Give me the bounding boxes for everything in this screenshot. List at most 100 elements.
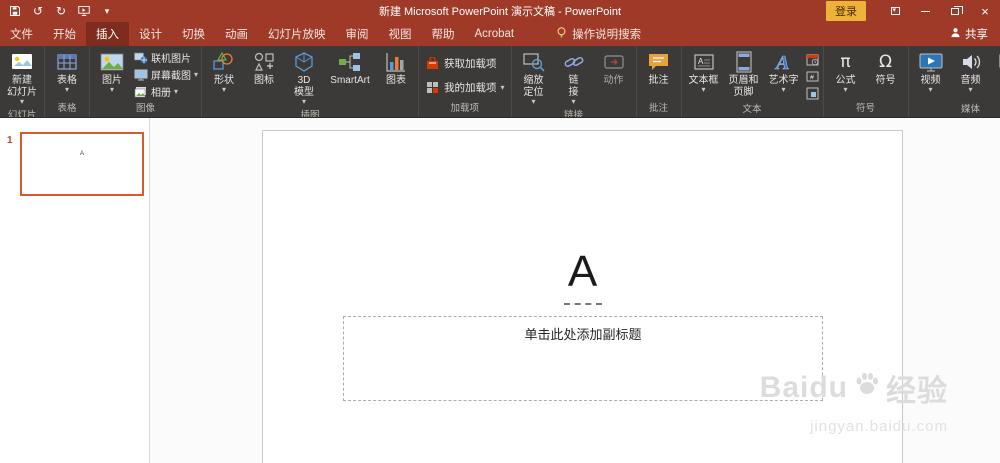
start-slideshow-icon[interactable] xyxy=(77,4,91,18)
ribbon-group-links: 缩放 定位 ▾ 链 接 ▾ 动作 链接 xyxy=(512,46,637,117)
shapes-icon xyxy=(212,50,237,74)
slide-title-text[interactable]: A xyxy=(263,248,902,295)
tell-me-search[interactable]: 操作说明搜索 xyxy=(556,22,641,46)
chevron-down-icon: ▾ xyxy=(109,84,114,94)
new-slide-button[interactable]: 新建 幻灯片 ▾ xyxy=(3,49,41,106)
action-button[interactable]: 动作 xyxy=(595,49,633,88)
close-icon[interactable]: × xyxy=(970,0,1000,22)
slide-number: 1 xyxy=(7,135,13,146)
object-icon[interactable] xyxy=(805,86,820,100)
wordart-icon: A xyxy=(771,50,796,74)
comment-icon xyxy=(646,50,671,74)
store-icon xyxy=(425,57,440,71)
photo-album-button[interactable]: 相册 ▾ xyxy=(133,84,198,99)
sign-in-button[interactable]: 登录 xyxy=(826,1,866,21)
group-label-tables: 表格 xyxy=(57,103,77,114)
tab-home[interactable]: 开始 xyxy=(43,22,86,46)
tab-review[interactable]: 审阅 xyxy=(336,22,379,46)
icons-button[interactable]: 图标 xyxy=(245,49,283,88)
group-label-text: 文本 xyxy=(742,104,762,115)
titlebar-controls: 登录 × xyxy=(826,0,1000,22)
link-button[interactable]: 链 接 ▾ xyxy=(555,49,593,106)
group-label-slides: 幻灯片 xyxy=(7,109,37,118)
zoom-button[interactable]: 缩放 定位 ▾ xyxy=(515,49,553,106)
share-button[interactable]: 共享 xyxy=(950,22,1000,46)
slide-number-icon[interactable]: # xyxy=(805,69,820,83)
my-addins-button[interactable]: 我的加载项 ▾ xyxy=(422,78,508,97)
comment-button[interactable]: 批注 xyxy=(640,49,678,88)
chevron-down-icon: ▾ xyxy=(194,69,199,79)
tab-design[interactable]: 设计 xyxy=(129,22,172,46)
tab-insert[interactable]: 插入 xyxy=(86,22,129,46)
ribbon-display-options-icon[interactable] xyxy=(880,0,910,22)
tell-me-label: 操作说明搜索 xyxy=(572,29,642,41)
text-box-icon: A xyxy=(691,50,716,74)
symbol-button[interactable]: Ω 符号 xyxy=(867,49,905,88)
screenshot-button[interactable]: 屏幕截图 ▾ xyxy=(133,67,198,82)
subtitle-placeholder-text: 单击此处添加副标题 xyxy=(524,327,642,342)
paw-logo-icon xyxy=(854,371,880,405)
chevron-down-icon: ▾ xyxy=(19,96,24,106)
svg-text:A: A xyxy=(698,57,704,66)
video-button[interactable]: 视频 ▾ xyxy=(912,49,950,94)
slide-canvas: A 单击此处添加副标题 Baidu 经验 jingyan.baidu.com xyxy=(150,118,1000,463)
share-label: 共享 xyxy=(965,29,988,41)
group-label-media: 媒体 xyxy=(961,103,981,115)
watermark: Baidu 经验 jingyan.baidu.com xyxy=(760,366,948,435)
redo-icon[interactable]: ↻ xyxy=(54,4,68,18)
ribbon-group-images: 图片 ▾ 联机图片 屏幕截图 ▾ 相册 ▾ 图像 xyxy=(90,46,203,117)
equation-button[interactable]: π 公式 ▾ xyxy=(827,49,865,94)
tab-file[interactable]: 文件 xyxy=(0,22,43,46)
chart-button[interactable]: 图表 xyxy=(377,49,415,88)
3d-models-button[interactable]: 3D 模型 ▾ xyxy=(285,49,323,106)
audio-icon xyxy=(958,50,983,74)
chevron-down-icon: ▾ xyxy=(701,84,706,94)
powerpoint-window: ↺ ↻ ▾ 新建 Microsoft PowerPoint 演示文稿 - Pow… xyxy=(0,0,1000,463)
undo-icon[interactable]: ↺ xyxy=(31,4,45,18)
table-button[interactable]: 表格 ▾ xyxy=(48,49,86,94)
tab-view[interactable]: 视图 xyxy=(379,22,422,46)
get-addins-button[interactable]: 获取加载项 xyxy=(422,54,508,73)
ribbon-group-text: A 文本框 ▾ 页眉和 页脚 A 艺术字 ▾ # 文本 xyxy=(682,46,824,117)
shapes-button[interactable]: 形状 ▾ xyxy=(205,49,243,94)
watermark-url: jingyan.baidu.com xyxy=(810,418,948,435)
pi-icon: π xyxy=(840,51,851,72)
title-placeholder-border xyxy=(563,303,602,305)
minimize-icon[interactable] xyxy=(910,0,940,22)
tab-acrobat[interactable]: Acrobat xyxy=(465,22,525,46)
ribbon-group-slides: 新建 幻灯片 ▾ 幻灯片 xyxy=(0,46,45,117)
audio-button[interactable]: 音频 ▾ xyxy=(952,49,990,94)
save-icon[interactable] xyxy=(8,4,22,18)
3d-model-icon xyxy=(292,50,317,74)
slide-thumbnail-panel[interactable]: 1 A xyxy=(0,118,150,463)
tab-slideshow[interactable]: 幻灯片放映 xyxy=(258,22,336,46)
slide-thumbnail-1[interactable]: A xyxy=(20,132,144,196)
chevron-down-icon: ▾ xyxy=(222,84,227,94)
chart-icon xyxy=(384,50,409,74)
restore-icon[interactable] xyxy=(940,0,970,22)
date-and-time-icon[interactable] xyxy=(805,52,820,66)
workspace: 1 A A 单击此处添加副标题 Baidu 经验 jingyan.baidu.c… xyxy=(0,118,1000,463)
subtitle-placeholder[interactable]: 单击此处添加副标题 xyxy=(343,316,823,401)
smartart-button[interactable]: SmartArt xyxy=(325,49,375,88)
text-box-button[interactable]: A 文本框 ▾ xyxy=(685,49,723,94)
omega-icon: Ω xyxy=(879,51,893,72)
watermark-brand-left: Baidu xyxy=(759,371,848,404)
customize-qat-icon[interactable]: ▾ xyxy=(100,4,114,18)
ribbon: 新建 幻灯片 ▾ 幻灯片 表格 ▾ 表格 图片 ▾ 联机图片 屏幕截图 ▾ 相册… xyxy=(0,46,1000,118)
group-label-links: 链接 xyxy=(564,109,584,118)
online-pictures-button[interactable]: 联机图片 xyxy=(133,50,198,65)
photo-album-icon xyxy=(133,85,148,99)
chevron-down-icon: ▾ xyxy=(174,86,179,96)
pictures-button[interactable]: 图片 ▾ xyxy=(93,49,131,94)
tab-animations[interactable]: 动画 xyxy=(215,22,258,46)
ribbon-group-illustrations: 形状 ▾ 图标 3D 模型 ▾ SmartArt 图表 插图 xyxy=(202,46,420,117)
screen-recording-button[interactable]: 屏幕 录制 xyxy=(992,49,1000,100)
ribbon-tab-row: 文件 开始 插入 设计 切换 动画 幻灯片放映 审阅 视图 帮助 Acrobat… xyxy=(0,22,1000,46)
ribbon-group-addins: 获取加载项 我的加载项 ▾ 加载项 xyxy=(419,46,512,117)
header-footer-button[interactable]: 页眉和 页脚 xyxy=(725,49,763,100)
tab-help[interactable]: 帮助 xyxy=(422,22,465,46)
tab-transitions[interactable]: 切换 xyxy=(172,22,215,46)
chevron-down-icon: ▾ xyxy=(500,82,505,92)
wordart-button[interactable]: A 艺术字 ▾ xyxy=(765,49,803,94)
